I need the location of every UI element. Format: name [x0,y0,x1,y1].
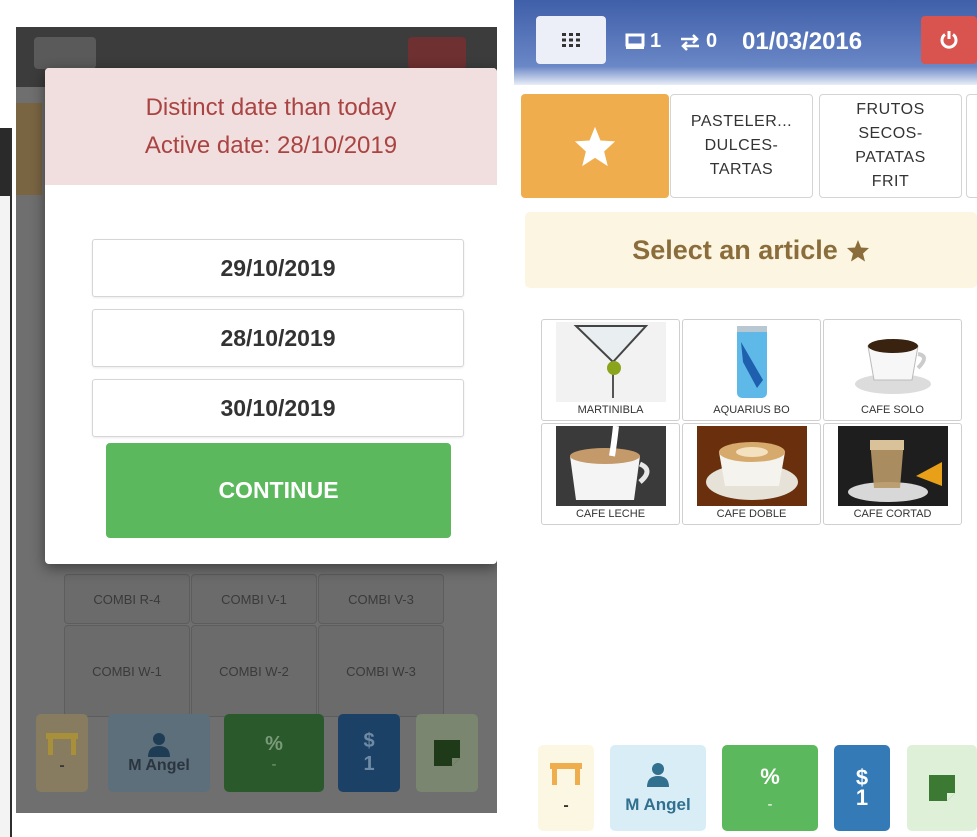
cash-label: $ [363,730,375,752]
date-option-button[interactable]: 30/10/2019 [92,379,464,437]
article-item[interactable]: AQUARIUS BO [682,319,821,421]
article-label: CAFE CORTAD [853,508,932,520]
screenshot-composite: COMBI R-4 COMBI V-1 COMBI V-3 COMBI W-1 … [0,0,977,837]
dimmed-note-button [416,714,478,792]
dimmed-footer: - M Angel % - $ 1 [36,714,496,794]
article-item[interactable]: CAFE CORTAD [823,423,962,525]
header-date[interactable]: 01/03/2016 [742,28,862,56]
table-value: - [563,797,569,814]
user-name: M Angel [128,757,190,774]
article-item[interactable]: CAFE SOLO [823,319,962,421]
cappuccino-image [697,426,807,506]
background-screen-edge [0,128,12,837]
coffee-cup-image [838,322,948,402]
cash-value: 1 [363,753,375,775]
modal-title: Distinct date than today [145,93,397,121]
table-icon [46,733,78,755]
category-label: FRUTOS SECOS- PATATAS FRIT [855,101,926,190]
grid-item: COMBI R-4 [64,574,190,624]
table-button[interactable]: - [538,745,594,831]
grid-item: COMBI V-1 [191,574,317,624]
dimmed-favorite-tab [16,103,42,195]
discount-label: % [760,763,780,789]
table-value: - [59,757,65,774]
article-label: CAFE SOLO [861,404,924,416]
background-screen-header-strip [0,128,10,196]
note-button[interactable] [907,745,977,831]
dimmed-table-button: - [36,714,88,792]
select-article-banner: Select an article [525,212,977,288]
grid-menu-icon [562,33,580,47]
banner-text: Select an article [632,234,838,265]
grid-item: COMBI W-1 [64,625,190,717]
menu-button[interactable] [536,16,606,64]
article-label: MARTINIBLA [577,404,644,416]
martini-image [556,322,666,402]
discount-button[interactable]: % - [722,745,818,831]
date-mismatch-modal: Distinct date than today Active date: 28… [45,68,497,564]
transfer-icon [681,33,699,51]
active-date-text: Active date: 28/10/2019 [144,131,398,159]
tickets-count: 1 [650,30,662,52]
transfers-indicator[interactable]: 0 [679,30,717,53]
cortado-image [838,426,948,506]
aquarius-can-image [697,322,807,402]
bottom-action-bar: - M Angel % - $ 1 [538,745,977,833]
table-icon [550,763,582,785]
cash-button[interactable]: $ 1 [834,745,890,831]
right-screen: 1 0 01/03/2016 PASTELER... DULCES- TARTA… [514,0,977,837]
note-icon [929,775,955,801]
discount-label: % [265,733,283,755]
cash-value: 1 [855,785,869,810]
continue-button[interactable]: CONTINUE [106,443,451,538]
dimmed-cash-button: $ 1 [338,714,400,792]
modal-header: Distinct date than today Active date: 28… [45,68,497,185]
tickets-indicator[interactable]: 1 [625,30,661,53]
user-icon [647,763,669,787]
user-name: M Angel [625,795,691,814]
article-item[interactable]: CAFE DOBLE [682,423,821,525]
dimmed-power-button [408,37,466,69]
category-item[interactable]: FRUTOS SECOS- PATATAS FRIT [819,94,962,198]
category-item-partial[interactable] [966,94,977,198]
dimmed-menu-button [34,37,96,69]
dimmed-user-button: M Angel [108,714,210,792]
transfers-count: 0 [706,30,718,52]
article-item[interactable]: CAFE LECHE [541,423,680,525]
star-icon [574,126,616,167]
article-label: CAFE LECHE [575,508,646,520]
star-icon [846,239,869,261]
article-label: AQUARIUS BO [713,404,790,416]
power-button[interactable] [921,16,977,64]
user-button[interactable]: M Angel [610,745,706,831]
note-icon [434,740,460,766]
user-icon [148,733,170,757]
discount-value: - [767,795,773,813]
category-label: PASTELER... DULCES- TARTAS [690,113,793,178]
left-screen: COMBI R-4 COMBI V-1 COMBI V-3 COMBI W-1 … [16,27,497,813]
date-option-button[interactable]: 28/10/2019 [92,309,464,367]
discount-value: - [271,756,277,773]
category-favorites[interactable] [521,94,669,198]
grid-item: COMBI V-3 [318,574,444,624]
date-option-button[interactable]: 29/10/2019 [92,239,464,297]
grid-item: COMBI W-2 [191,625,317,717]
article-item[interactable]: MARTINIBLA [541,319,680,421]
ticket-icon [625,33,645,49]
power-icon [940,31,958,49]
category-item[interactable]: PASTELER... DULCES- TARTAS [670,94,813,198]
grid-item: COMBI W-3 [318,625,444,717]
coffee-with-milk-image [556,426,666,506]
top-bar: 1 0 01/03/2016 [514,0,977,85]
article-label: CAFE DOBLE [716,508,787,520]
dimmed-discount-button: % - [224,714,324,792]
